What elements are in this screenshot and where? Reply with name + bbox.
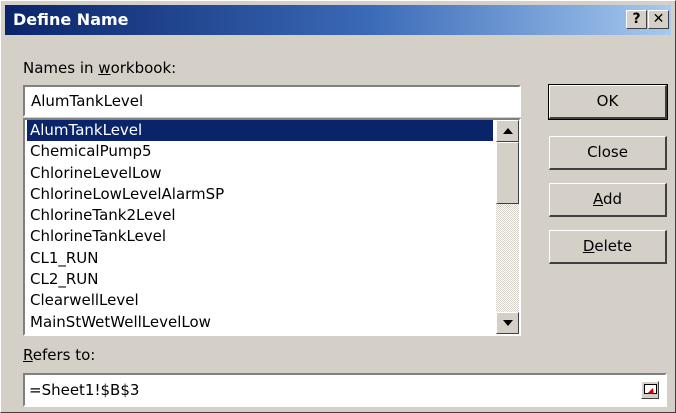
define-name-dialog: Define Name ? ✕ Names in workbook: AlumT… xyxy=(0,0,676,413)
arrow-down-icon xyxy=(503,320,513,326)
list-item[interactable]: ChlorineTank2Level xyxy=(27,205,493,226)
refers-to-label: Refers to: xyxy=(23,346,96,364)
title-bar[interactable]: Define Name ? ✕ xyxy=(5,5,671,35)
refers-to-input[interactable]: =Sheet1!$B$3 xyxy=(23,373,667,407)
list-item[interactable]: AlumTankLevel xyxy=(27,120,493,142)
list-item[interactable]: ClearwellLevel xyxy=(27,290,493,311)
list-item[interactable]: ChlorineTankLevel xyxy=(27,226,493,247)
list-item[interactable]: ChlorineLowLevelAlarmSP xyxy=(27,184,493,205)
scroll-thumb[interactable] xyxy=(496,142,519,204)
list-item[interactable]: CL1_RUN xyxy=(27,248,493,269)
list-item[interactable]: MainStWetWellLevelLow xyxy=(27,312,493,333)
list-item[interactable]: ChlorineLevelLow xyxy=(27,163,493,184)
collapse-dialog-button[interactable] xyxy=(641,381,659,399)
names-list: AlumTankLevel ChemicalPump5 ChlorineLevelL… xyxy=(27,120,493,333)
name-input-value: AlumTankLevel xyxy=(31,92,144,110)
scroll-down-button[interactable] xyxy=(496,312,519,334)
close-window-button[interactable]: ✕ xyxy=(648,10,669,29)
name-input[interactable]: AlumTankLevel xyxy=(23,85,521,117)
scroll-up-button[interactable] xyxy=(496,120,519,142)
refers-to-value: =Sheet1!$B$3 xyxy=(29,381,140,399)
delete-button[interactable]: Delete xyxy=(549,230,667,264)
list-item[interactable]: CL2_RUN xyxy=(27,269,493,290)
add-button[interactable]: Add xyxy=(549,183,667,217)
dialog-title: Define Name xyxy=(13,10,129,29)
names-in-workbook-label: Names in workbook: xyxy=(23,59,177,77)
list-item[interactable]: ChemicalPump5 xyxy=(27,141,493,162)
help-button[interactable]: ? xyxy=(626,10,647,29)
vertical-scrollbar[interactable] xyxy=(496,120,519,334)
close-button[interactable]: Close xyxy=(549,136,667,170)
ok-button[interactable]: OK xyxy=(548,84,668,120)
arrow-up-icon xyxy=(503,128,513,134)
names-listbox[interactable]: AlumTankLevel ChemicalPump5 ChlorineLevelL… xyxy=(23,118,521,336)
